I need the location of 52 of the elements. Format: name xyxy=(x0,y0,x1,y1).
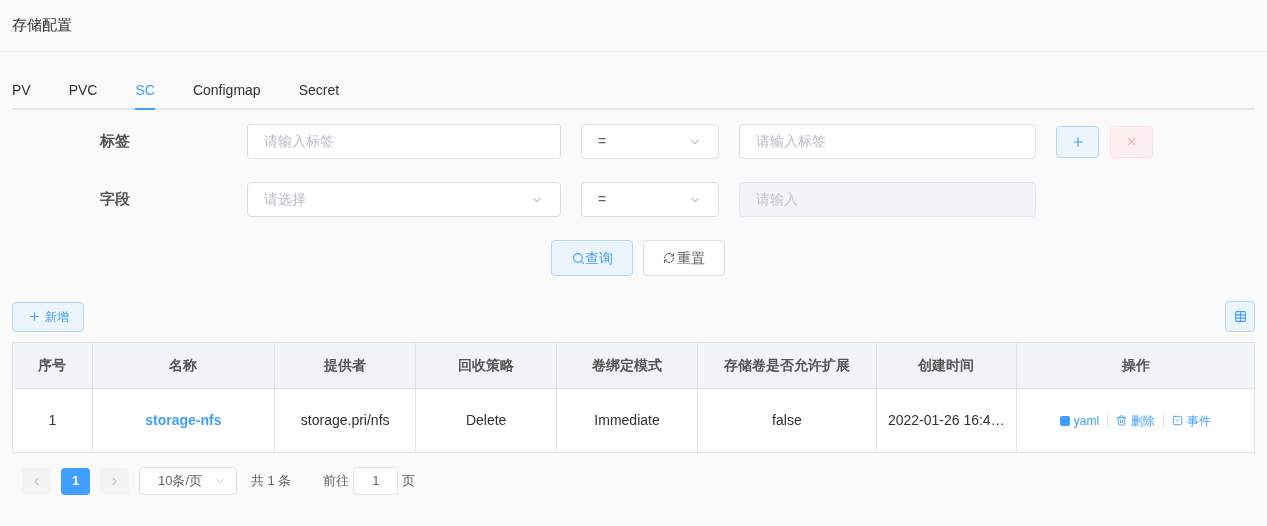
table-cell-text: 1 xyxy=(48,411,57,430)
column-header: 创建时间 xyxy=(876,343,1017,388)
select-field[interactable]: = xyxy=(581,124,719,159)
plus-icon xyxy=(1070,134,1085,149)
column-header: 提供者 xyxy=(274,343,417,388)
search-button[interactable]: 查询 xyxy=(551,240,633,276)
table-cell-text: Delete xyxy=(465,411,507,430)
table-cell-text: storage.pri/nfs xyxy=(300,411,390,430)
tab[interactable]: Secret xyxy=(298,72,340,110)
goto-label: 前往 xyxy=(323,472,350,491)
column-header: 操作 xyxy=(1120,356,1151,375)
tab[interactable]: PV xyxy=(12,72,31,110)
delete-link[interactable]: 删除 xyxy=(1116,411,1156,430)
page-suffix: 页 xyxy=(402,472,416,491)
column-header: 名称 xyxy=(92,343,275,388)
page-number-field[interactable]: 1 xyxy=(353,467,399,495)
previous-page-button[interactable] xyxy=(22,467,51,495)
total-count: 共 1 条 xyxy=(251,472,292,491)
tab[interactable]: PVC xyxy=(68,72,98,110)
trash-icon xyxy=(1116,415,1128,426)
refresh-icon xyxy=(663,252,675,264)
tab[interactable]: SC xyxy=(135,72,155,110)
table-icon xyxy=(1233,310,1247,323)
column-header: 存储卷是否允许扩展 xyxy=(698,343,877,388)
page-size-select[interactable]: 10条/页 xyxy=(139,467,237,495)
select-field[interactable]: 请选择 xyxy=(247,182,561,217)
column-settings-button[interactable] xyxy=(1225,301,1255,332)
column-header: 回收策略 xyxy=(416,343,557,388)
page-title: 存储配置 xyxy=(12,15,72,36)
yaml-link[interactable]: yaml xyxy=(1059,411,1100,430)
input-field[interactable]: 请输入标签 xyxy=(247,124,561,159)
next-page-button[interactable] xyxy=(100,467,129,495)
filter-label: 标签 xyxy=(100,131,131,152)
plus-icon xyxy=(27,310,41,323)
column-header: 卷绑定模式 xyxy=(556,343,699,388)
select-field[interactable]: = xyxy=(581,182,719,217)
page-button[interactable]: 1 xyxy=(61,467,90,495)
filter-label: 字段 xyxy=(100,189,131,210)
table-cell-text: Immediate xyxy=(594,411,660,430)
table-cell-text: false xyxy=(772,411,802,430)
add-button[interactable]: 新增 xyxy=(12,301,84,332)
column-header: 序号 xyxy=(13,343,93,388)
reset-button[interactable]: 重置 xyxy=(643,240,725,276)
name-link[interactable]: storage-nfs xyxy=(145,410,222,431)
search-icon xyxy=(571,251,585,265)
input-field[interactable]: 请输入标签 xyxy=(739,124,1036,159)
add-filter-button[interactable] xyxy=(1056,125,1099,158)
events-link[interactable]: 事件 xyxy=(1172,411,1212,430)
close-icon xyxy=(1125,135,1138,148)
tab[interactable]: Configmap xyxy=(192,72,261,110)
yaml-icon xyxy=(1059,415,1070,426)
table-cell-text: 2022-01-26 16:4… xyxy=(887,411,1005,430)
